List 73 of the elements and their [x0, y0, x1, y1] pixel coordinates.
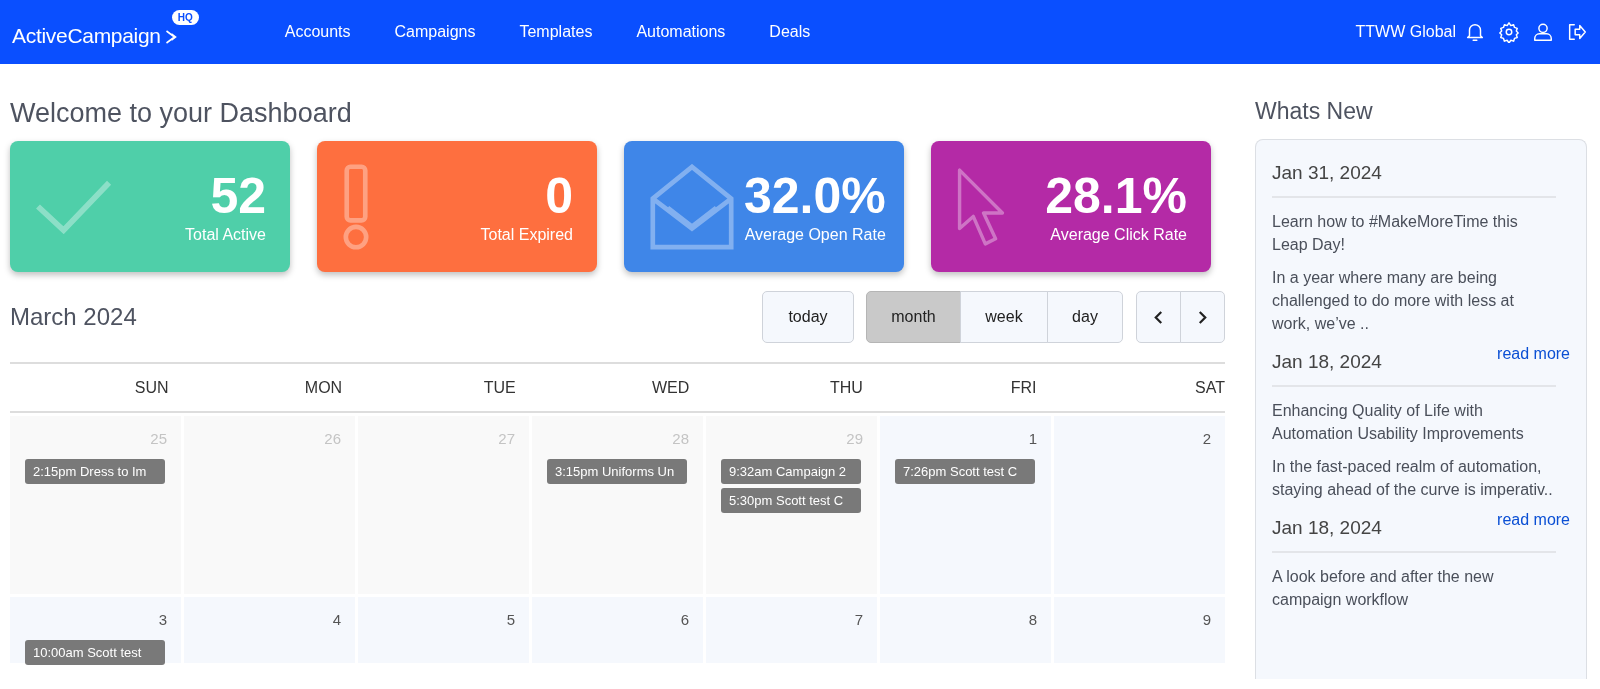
calendar-event[interactable]: 10:00am Scott test	[25, 640, 165, 665]
weekday-header: FRI	[1009, 378, 1038, 397]
day-cell[interactable]: 7	[706, 597, 877, 663]
cursor-icon	[957, 166, 1005, 247]
post-title: Enhancing Quality of Life with Automation Usability Improvements	[1272, 401, 1525, 444]
checkmark-icon	[36, 179, 112, 234]
section-title: Whats New	[1255, 98, 1374, 125]
weekday-header: WED	[650, 378, 691, 397]
stat-label: Average Open Rate	[744, 226, 886, 244]
calendar-event[interactable]: 9:32am Campaign 2	[721, 459, 861, 484]
weekday-header: MON	[303, 378, 344, 397]
logo-text[interactable]: ActiveCampaign	[12, 24, 161, 48]
day-number: 4	[332, 611, 342, 628]
envelope-icon	[650, 163, 734, 250]
read-more-link[interactable]: read more	[1497, 345, 1570, 363]
calendar-title: March 2024	[10, 303, 138, 331]
today-button[interactable]: today	[762, 291, 854, 343]
day-number: 9	[1202, 611, 1212, 628]
account-name[interactable]: TTWW Global	[1355, 23, 1456, 41]
chevron-icon	[163, 29, 177, 45]
calendar-event[interactable]: 7:26pm Scott test C	[895, 459, 1035, 484]
day-cell[interactable]: 6	[532, 597, 703, 663]
day-cell[interactable]: 5	[358, 597, 529, 663]
weekday-header: SAT	[1194, 378, 1225, 397]
post-excerpt: In the fast-paced realm of automation, staying ahead of the curve is imperativ..	[1272, 457, 1554, 500]
nav-link[interactable]: Accounts	[262, 23, 373, 41]
stat-label: Average Click Rate	[1050, 226, 1187, 244]
exclamation-icon	[343, 162, 369, 251]
day-cell[interactable]: 8	[880, 597, 1051, 663]
user-icon[interactable]	[1532, 21, 1554, 43]
chevron-left-icon	[1153, 309, 1164, 325]
stat-value: 52	[210, 169, 266, 224]
post-title: Learn how to #MakeMoreTime this Leap Day!	[1272, 212, 1519, 255]
weekday-header: SUN	[133, 378, 170, 397]
weekday-header: TUE	[482, 378, 517, 397]
day-number: 7	[854, 611, 864, 628]
weekday-header: THU	[828, 378, 864, 397]
view-button[interactable]: month	[866, 291, 961, 343]
stat-label: Total Expired	[480, 226, 573, 244]
logout-icon[interactable]	[1566, 21, 1588, 43]
read-more-link[interactable]: read more	[1497, 511, 1570, 529]
view-button[interactable]: day	[1047, 291, 1123, 343]
view-button[interactable]: week	[960, 291, 1048, 343]
day-cell[interactable]: 4	[184, 597, 355, 663]
stat-value: 28.1%	[1045, 169, 1187, 224]
day-cell[interactable]: 1 7:26pm Scott test C	[880, 416, 1051, 594]
day-number: 2	[1202, 430, 1212, 447]
post-title: A look before and after the new campaign workflow	[1272, 567, 1495, 610]
page-title: Welcome to your Dashboard	[10, 98, 353, 129]
calendar-event[interactable]: 5:30pm Scott test C	[721, 488, 861, 513]
post-date: Jan 31, 2024	[1272, 154, 1556, 198]
day-number: 8	[1028, 611, 1038, 628]
day-number: 3	[158, 611, 168, 628]
day-number: 6	[680, 611, 690, 628]
day-cell[interactable]: 3 10:00am Scott test	[10, 597, 181, 663]
day-cell[interactable]: 9	[1054, 597, 1225, 663]
bell-icon[interactable]	[1464, 21, 1486, 43]
chevron-right-icon	[1197, 309, 1208, 325]
hq-badge: HQ	[171, 10, 199, 25]
day-cell[interactable]: 2	[1054, 416, 1225, 594]
nav-link[interactable]: Deals	[747, 23, 833, 41]
post-excerpt: In a year where many are being challenged to do more with less at work, we’ve ..	[1272, 268, 1515, 334]
calendar-event[interactable]: 2:15pm Dress to Im	[25, 459, 165, 484]
stat-label: Total Active	[185, 226, 266, 244]
stat-value: 32.0%	[744, 169, 886, 224]
day-number: 5	[506, 611, 516, 628]
day-number: 1	[1028, 430, 1038, 447]
nav-link[interactable]: Campaigns	[372, 23, 498, 41]
nav-link[interactable]: Templates	[497, 23, 615, 41]
stat-value: 0	[545, 169, 573, 224]
calendar-event[interactable]: 3:15pm Uniforms Un	[547, 459, 687, 484]
nav-link[interactable]: Automations	[614, 23, 748, 41]
settings-icon[interactable]	[1498, 21, 1520, 43]
